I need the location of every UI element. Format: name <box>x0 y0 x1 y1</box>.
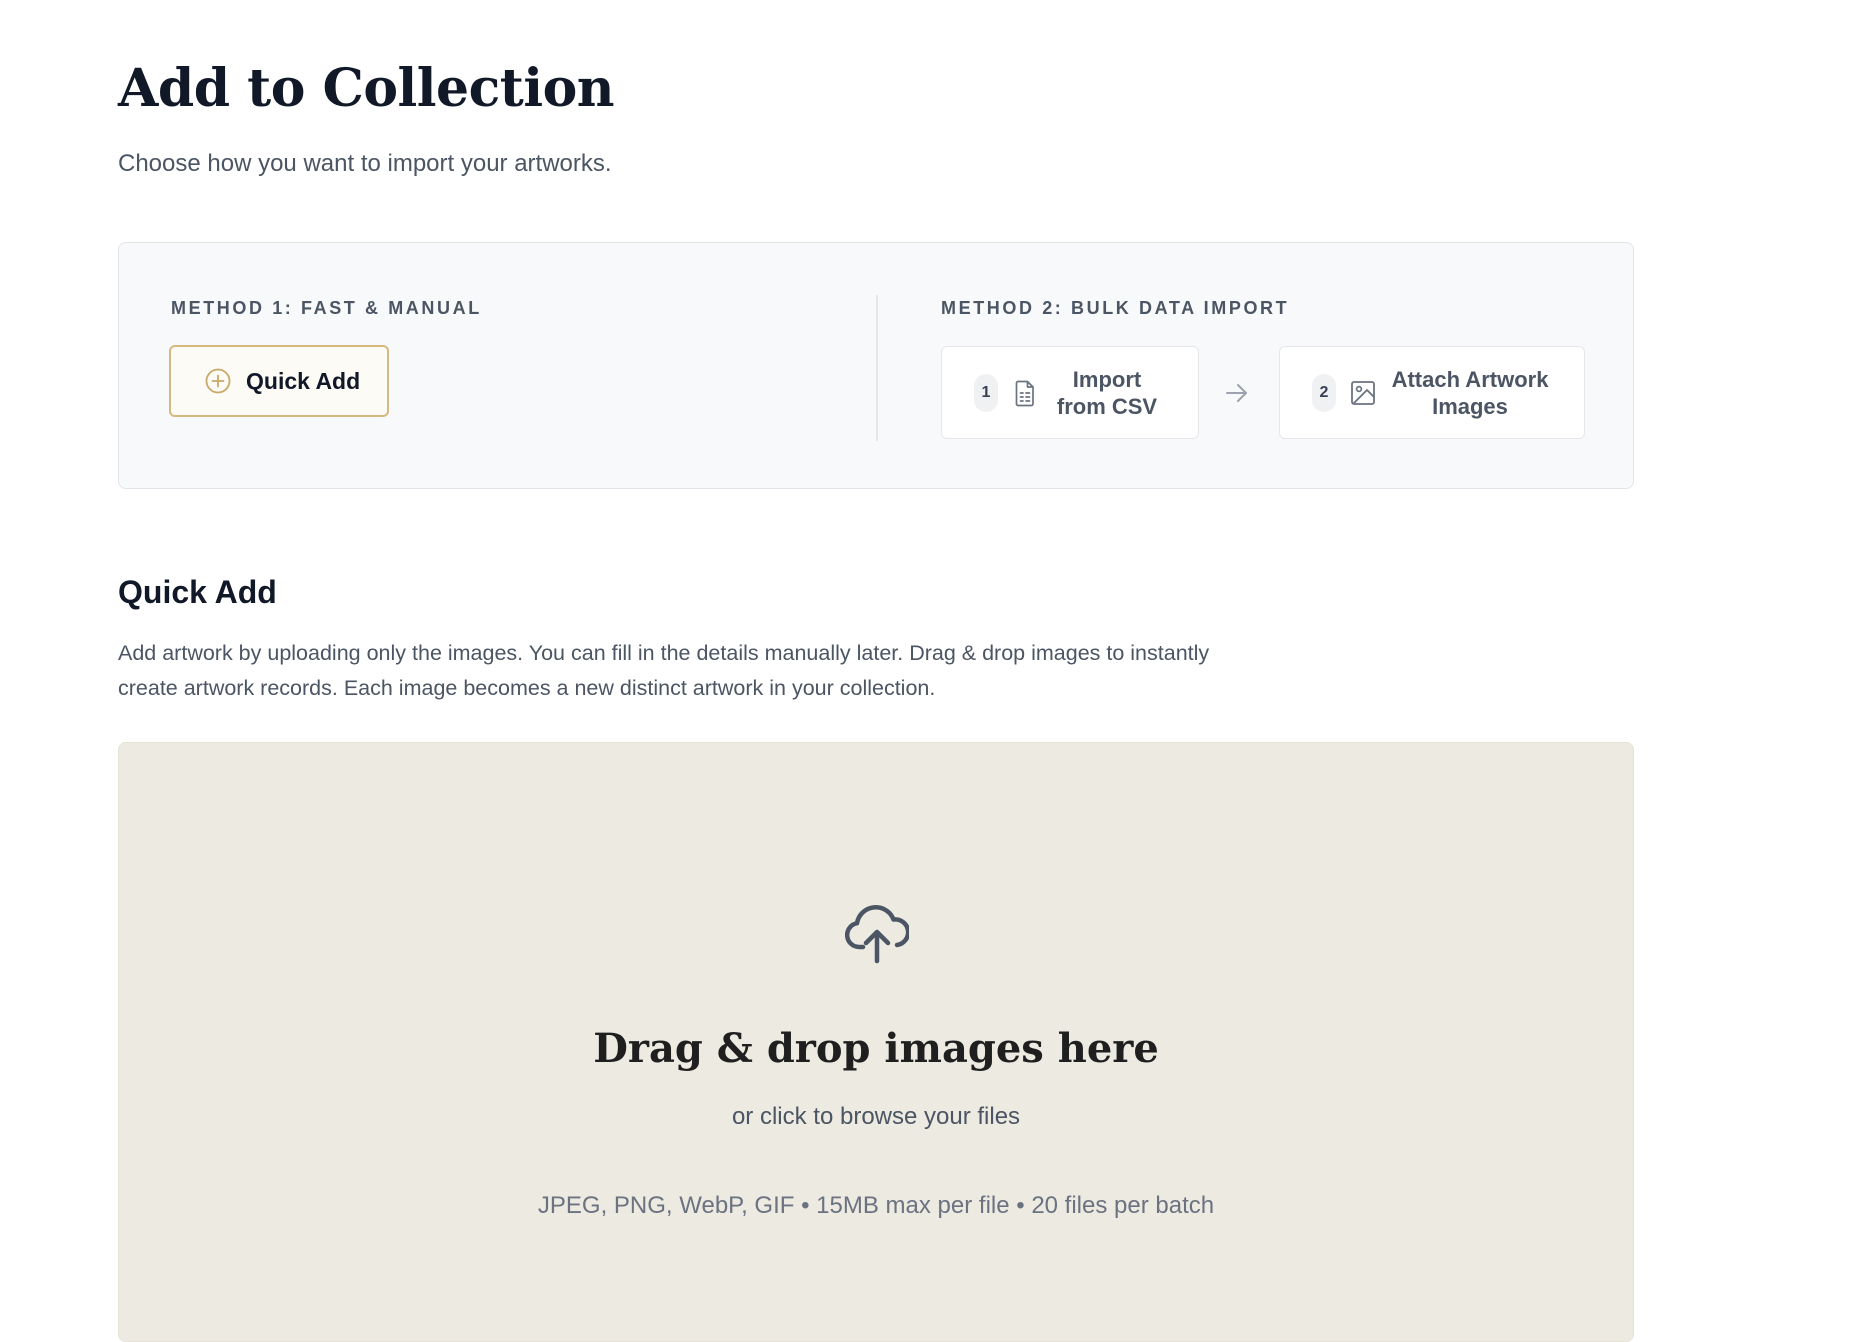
import-csv-button[interactable]: 1 Import from CSV <box>941 346 1199 439</box>
dropzone-file-requirements: JPEG, PNG, WebP, GIF • 15MB max per file… <box>537 1192 1215 1219</box>
quick-add-button[interactable]: Quick Add <box>169 345 389 417</box>
dropzone-subtitle: or click to browse your files <box>731 1103 1021 1130</box>
step-number-badge: 1 <box>974 373 998 412</box>
page-subtitle: Choose how you want to import your artwo… <box>118 150 612 177</box>
quick-add-description: Add artwork by uploading only the images… <box>118 641 1210 700</box>
import-csv-label: Import from CSV <box>1056 366 1158 419</box>
method-1-label: METHOD 1: FAST & MANUAL <box>171 298 482 318</box>
quick-add-button-label: Quick Add <box>246 367 361 394</box>
attach-images-button[interactable]: 2 Attach Artwork Images <box>1279 346 1585 439</box>
plus-circle-icon <box>204 367 232 395</box>
dropzone-title: Drag & drop images here <box>593 1025 1159 1072</box>
file-icon <box>1012 379 1038 407</box>
attach-images-label: Attach Artwork Images <box>1391 366 1549 419</box>
import-methods-card: METHOD 1: FAST & MANUAL Quick Add METHOD… <box>118 242 1634 489</box>
image-icon <box>1350 379 1376 407</box>
step-number-badge: 2 <box>1312 373 1336 412</box>
quick-add-section-title: Quick Add <box>118 574 277 610</box>
page-title: Add to Collection <box>118 58 615 119</box>
methods-divider <box>876 295 878 441</box>
method-2-label: METHOD 2: BULK DATA IMPORT <box>941 298 1290 318</box>
arrow-right-icon <box>1224 381 1250 405</box>
image-dropzone[interactable]: Drag & drop images here or click to brow… <box>118 742 1634 1342</box>
cloud-upload-icon <box>844 903 911 965</box>
